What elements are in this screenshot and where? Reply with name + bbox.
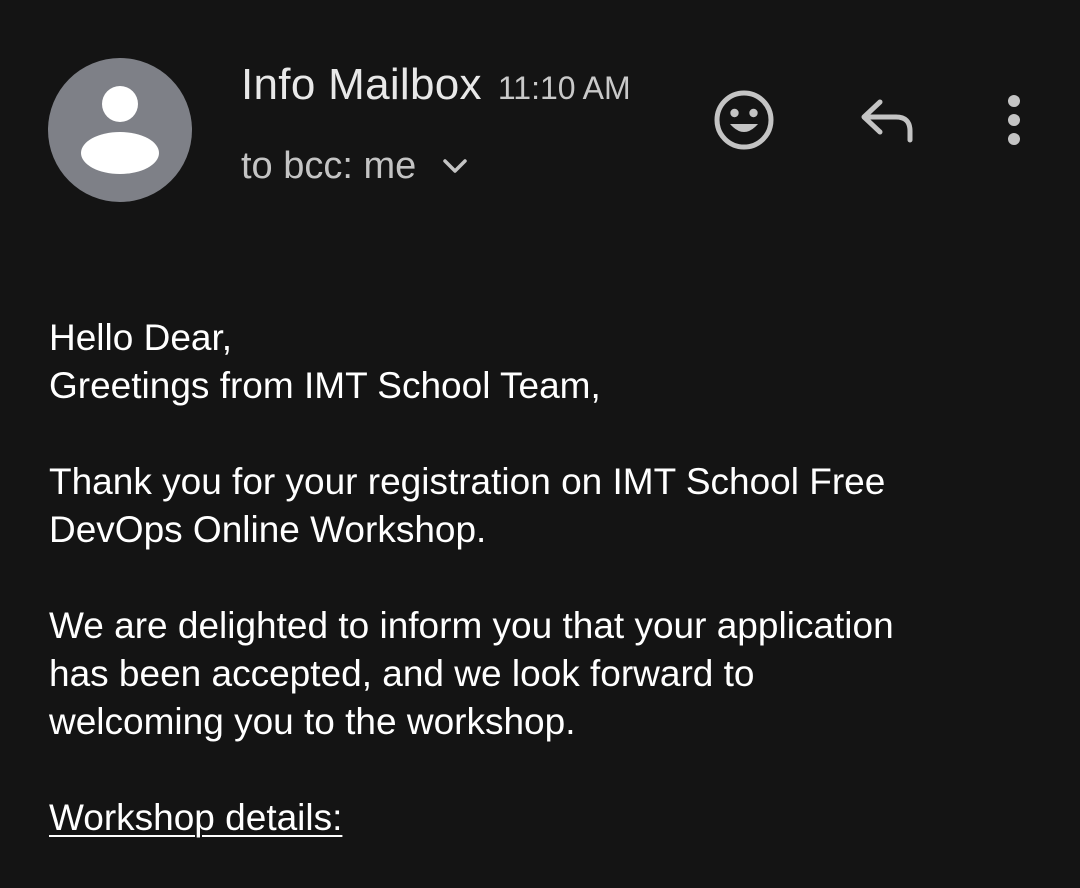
chevron-down-icon[interactable] — [442, 157, 468, 175]
sender-line: Info Mailbox 11:10 AM — [241, 60, 631, 116]
thanks-line-1: Thank you for your registration on IMT S… — [49, 461, 886, 502]
acceptance-line-3: welcoming you to the workshop. — [49, 701, 576, 742]
sender-name[interactable]: Info Mailbox — [241, 60, 482, 110]
email-body: Hello Dear, Greetings from IMT School Te… — [49, 314, 1029, 842]
smiley-icon — [714, 90, 774, 150]
acceptance-line-2: has been accepted, and we look forward t… — [49, 653, 755, 694]
email-header: Info Mailbox 11:10 AM to bcc: me — [0, 0, 1080, 230]
recipients-label: to bcc: me — [241, 144, 417, 187]
reply-arrow-icon — [861, 99, 913, 143]
more-vert-icon — [1008, 95, 1020, 145]
more-options-button[interactable] — [984, 84, 1044, 156]
person-icon — [81, 86, 159, 174]
sender-avatar[interactable] — [48, 58, 192, 202]
reply-button[interactable] — [852, 84, 924, 156]
recipients-toggle[interactable]: to bcc: me — [241, 142, 468, 190]
acceptance-line-1: We are delighted to inform you that your… — [49, 605, 894, 646]
thanks-line-2: DevOps Online Workshop. — [49, 509, 487, 550]
greeting-line-2: Greetings from IMT School Team, — [49, 365, 601, 406]
email-time: 11:10 AM — [497, 70, 631, 106]
greeting-line: Hello Dear, — [49, 317, 233, 358]
add-reaction-button[interactable] — [708, 84, 780, 156]
workshop-details-heading: Workshop details: — [49, 797, 343, 838]
